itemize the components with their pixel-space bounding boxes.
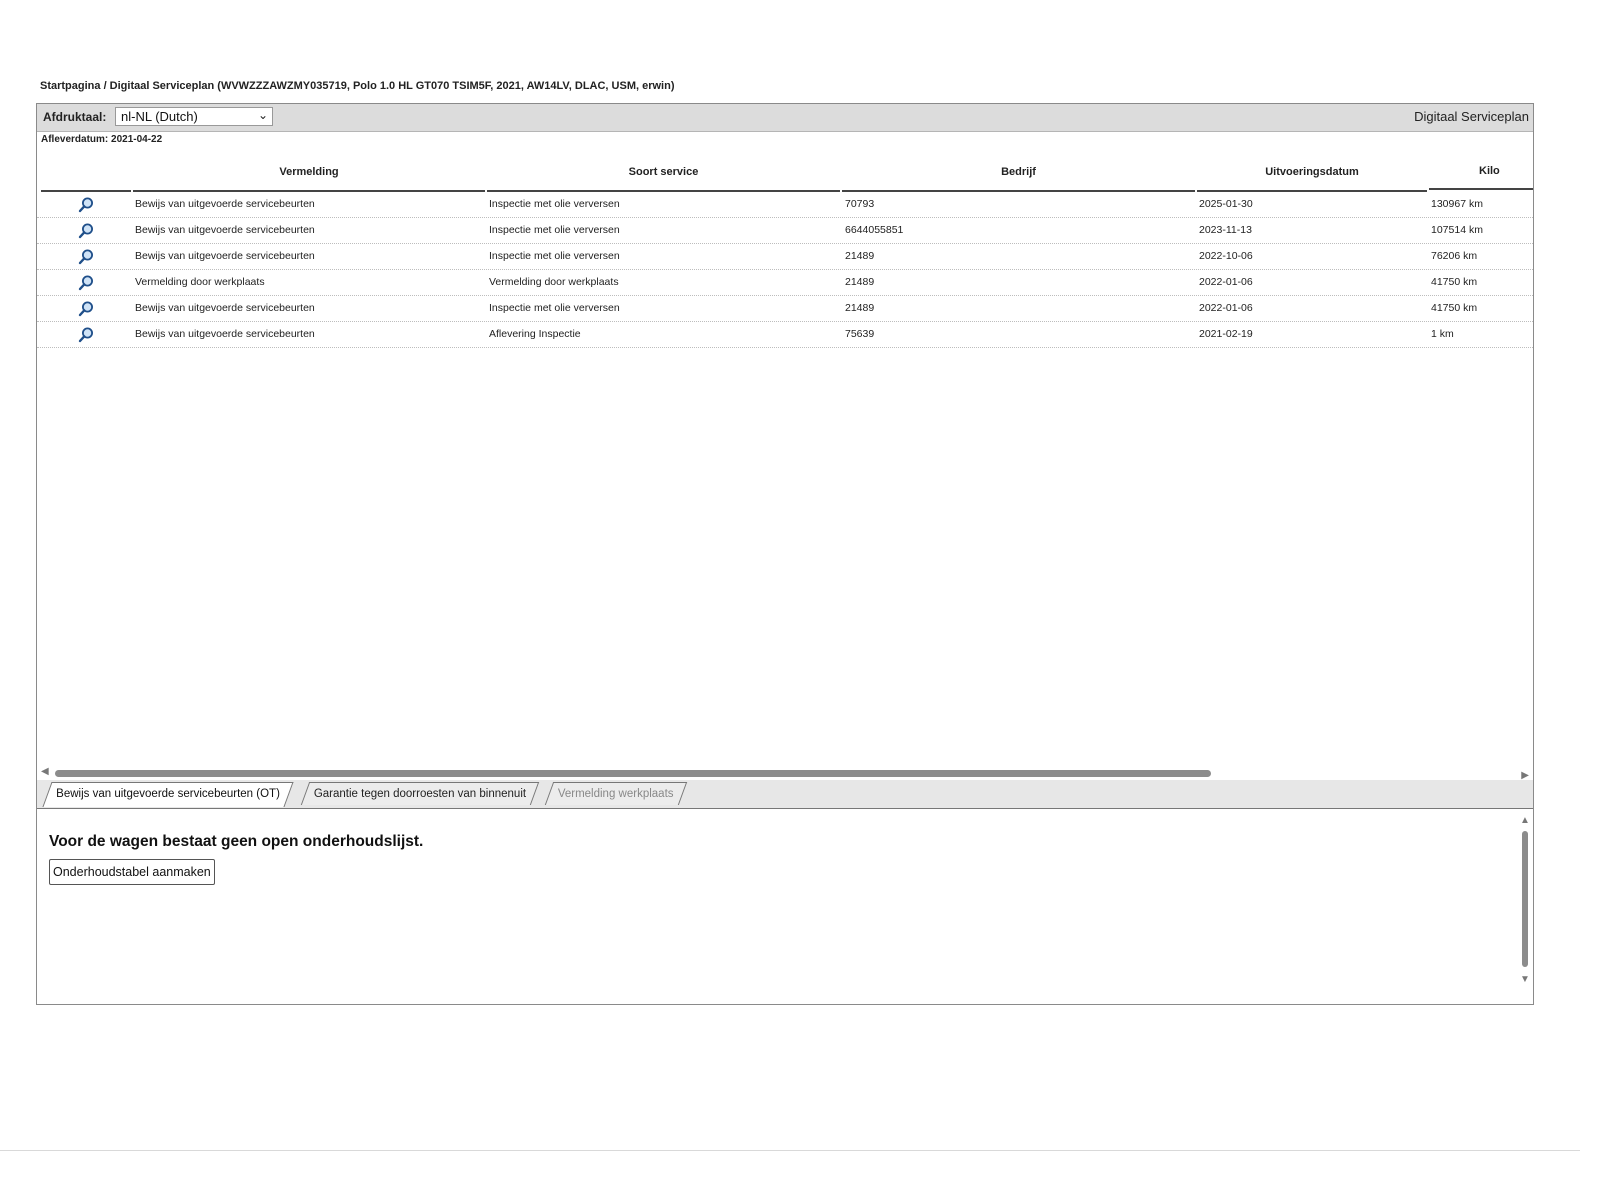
tab-rust-warranty[interactable]: Garantie tegen doorroesten van binnenuit — [300, 782, 540, 805]
cell-company: 75639 — [845, 328, 875, 340]
cell-date: 2021-02-19 — [1199, 328, 1253, 340]
plan-title: Digitaal Serviceplan — [1414, 109, 1529, 124]
table-row[interactable]: Bewijs van uitgevoerde servicebeurten Ins… — [37, 192, 1533, 218]
table-row[interactable]: Bewijs van uitgevoerde servicebeurten Afl… — [37, 322, 1533, 348]
scroll-left-icon[interactable]: ◀ — [41, 766, 49, 777]
vertical-scroll-thumb[interactable] — [1522, 831, 1528, 967]
cell-service-type: Vermelding door werkplaats — [489, 276, 619, 288]
print-language-select[interactable]: nl-NL (Dutch) ⌄ — [115, 107, 273, 126]
table-body: Bewijs van uitgevoerde servicebeurten Ins… — [37, 192, 1533, 348]
vertical-scrollbar[interactable]: ▲ ▼ — [1519, 815, 1531, 985]
service-plan-panel: Afdruktaal: nl-NL (Dutch) ⌄ Digitaal Ser… — [36, 103, 1534, 1005]
cell-company: 6644055851 — [845, 224, 904, 236]
header-km[interactable]: Kilo — [1429, 154, 1533, 190]
cell-date: 2023-11-13 — [1199, 224, 1252, 236]
header-entry[interactable]: Vermelding — [133, 154, 485, 192]
print-language-label: Afdruktaal: — [43, 110, 107, 124]
cell-entry: Bewijs van uitgevoerde servicebeurten — [135, 302, 315, 314]
table-row[interactable]: Bewijs van uitgevoerde servicebeurten Ins… — [37, 218, 1533, 244]
table-header: Vermelding Soort service Bedrijf Uitvoer… — [37, 154, 1533, 192]
cell-company: 21489 — [845, 302, 875, 314]
page-divider — [0, 1150, 1580, 1151]
scroll-down-icon[interactable]: ▼ — [1520, 974, 1530, 985]
tab-workshop-note[interactable]: Vermelding werkplaats — [544, 782, 687, 805]
magnifier-icon[interactable] — [77, 326, 95, 344]
header-service-type[interactable]: Soort service — [487, 154, 840, 192]
cell-company: 21489 — [845, 250, 875, 262]
tab-service-proof[interactable]: Bewijs van uitgevoerde servicebeurten (O… — [42, 782, 294, 807]
cell-km: 41750 km — [1431, 276, 1478, 288]
cell-km: 107514 km — [1431, 224, 1483, 236]
cell-km: 76206 km — [1431, 250, 1478, 262]
cell-date: 2022-10-06 — [1199, 250, 1253, 262]
service-history-table: Vermelding Soort service Bedrijf Uitvoer… — [37, 154, 1533, 348]
horizontal-scrollbar[interactable]: ◀ ▶ — [37, 766, 1533, 781]
cell-service-type: Inspectie met olie verversen — [489, 198, 620, 210]
cell-date: 2025-01-30 — [1199, 198, 1253, 210]
magnifier-icon[interactable] — [77, 248, 95, 266]
header-company[interactable]: Bedrijf — [842, 154, 1195, 192]
cell-service-type: Inspectie met olie verversen — [489, 250, 620, 262]
chevron-down-icon: ⌄ — [257, 108, 268, 122]
print-language-value: nl-NL (Dutch) — [121, 109, 198, 124]
top-toolbar: Afdruktaal: nl-NL (Dutch) ⌄ Digitaal Ser… — [37, 104, 1533, 132]
magnifier-icon[interactable] — [77, 274, 95, 292]
breadcrumb: Startpagina / Digitaal Serviceplan (WVWZ… — [40, 80, 675, 92]
cell-entry: Bewijs van uitgevoerde servicebeurten — [135, 328, 315, 340]
cell-entry: Bewijs van uitgevoerde servicebeurten — [135, 250, 315, 262]
table-row[interactable]: Bewijs van uitgevoerde servicebeurten Ins… — [37, 244, 1533, 270]
cell-company: 70793 — [845, 198, 875, 210]
header-date[interactable]: Uitvoeringsdatum — [1197, 154, 1427, 192]
maintenance-panel: Voor de wagen bestaat geen open onderhou… — [37, 809, 1533, 1004]
no-maintenance-message: Voor de wagen bestaat geen open onderhou… — [49, 833, 424, 850]
cell-company: 21489 — [845, 276, 875, 288]
cell-km: 1 km — [1431, 328, 1454, 340]
magnifier-icon[interactable] — [77, 300, 95, 318]
scroll-up-icon[interactable]: ▲ — [1520, 815, 1530, 826]
cell-service-type: Inspectie met olie verversen — [489, 302, 620, 314]
create-maintenance-table-button[interactable]: Onderhoudstabel aanmaken — [49, 859, 215, 885]
header-icon-column — [41, 154, 131, 192]
cell-date: 2022-01-06 — [1199, 302, 1253, 314]
magnifier-icon[interactable] — [77, 222, 95, 240]
cell-date: 2022-01-06 — [1199, 276, 1253, 288]
cell-entry: Vermelding door werkplaats — [135, 276, 265, 288]
table-row[interactable]: Vermelding door werkplaats Vermelding doo… — [37, 270, 1533, 296]
cell-service-type: Inspectie met olie verversen — [489, 224, 620, 236]
tab-strip: Bewijs van uitgevoerde servicebeurten (O… — [37, 780, 1533, 809]
horizontal-scroll-thumb[interactable] — [55, 770, 1211, 777]
cell-km: 130967 km — [1431, 198, 1483, 210]
cell-entry: Bewijs van uitgevoerde servicebeurten — [135, 198, 315, 210]
cell-service-type: Aflevering Inspectie — [489, 328, 581, 340]
table-row[interactable]: Bewijs van uitgevoerde servicebeurten Ins… — [37, 296, 1533, 322]
cell-km: 41750 km — [1431, 302, 1478, 314]
magnifier-icon[interactable] — [77, 196, 95, 214]
cell-entry: Bewijs van uitgevoerde servicebeurten — [135, 224, 315, 236]
delivery-date: Afleverdatum: 2021-04-22 — [41, 134, 163, 145]
